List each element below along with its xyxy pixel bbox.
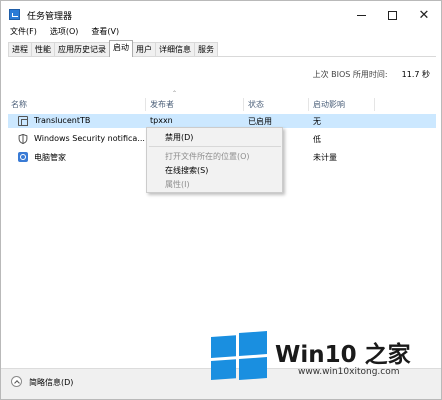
menu-bar: 文件(F) 选项(O) 查看(V) — [1, 25, 441, 39]
windows-logo-pane — [211, 335, 236, 358]
menu-item-properties[interactable]: 属性(I) — [165, 179, 190, 190]
menu-options[interactable]: 选项(O) — [41, 25, 83, 39]
task-manager-icon — [9, 9, 20, 20]
tab-details[interactable]: 详细信息 — [155, 42, 195, 57]
menu-item-open-file-location[interactable]: 打开文件所在的位置(O) — [165, 151, 250, 162]
column-header: 名称 发布者 状态 启动影响 — [8, 98, 436, 111]
column-separator[interactable] — [145, 98, 146, 111]
tab-app-history[interactable]: 应用历史记录 — [54, 42, 110, 57]
close-icon: ✕ — [418, 7, 430, 23]
row-impact: 低 — [313, 135, 321, 144]
row-publisher: tpxxn — [150, 116, 173, 125]
tab-processes[interactable]: 进程 — [8, 42, 32, 57]
menu-item-search-online[interactable]: 在线搜索(S) — [165, 165, 208, 176]
chevron-up-icon[interactable] — [11, 376, 22, 387]
watermark-url: www.win10xitong.com — [298, 367, 400, 377]
row-impact: 未计量 — [313, 153, 337, 162]
bios-time-label: 上次 BIOS 所用时间: — [312, 70, 388, 79]
watermark-title: Win10 之家 — [275, 335, 411, 369]
tab-divider — [8, 56, 436, 57]
windows-logo-icon — [211, 329, 267, 383]
menu-item-disable[interactable]: 禁用(D) — [165, 132, 193, 143]
row-status: 已启用 — [248, 117, 272, 126]
translucenttb-icon — [18, 116, 28, 126]
watermark-logo: Win10 之家 www.win10xitong.com — [211, 331, 441, 381]
watermark-title-cn: 之家 — [364, 342, 411, 368]
watermark-title-main: Win10 — [275, 342, 357, 368]
windows-logo-pane — [239, 331, 267, 356]
window-title: 任务管理器 — [27, 12, 73, 22]
bios-time-value: 11.7 秒 — [401, 70, 430, 79]
tab-performance[interactable]: 性能 — [31, 42, 55, 57]
column-separator[interactable] — [308, 98, 309, 111]
tab-startup[interactable]: 启动 — [109, 40, 133, 57]
menu-view[interactable]: 查看(V) — [82, 25, 123, 39]
table-row[interactable]: TranslucentTB tpxxn 已启用 无 — [8, 114, 436, 128]
row-impact: 无 — [313, 117, 321, 126]
column-publisher[interactable]: 发布者 — [150, 99, 174, 111]
windows-logo-pane — [239, 357, 267, 380]
sort-up-icon: ⌃ — [172, 90, 178, 97]
context-menu: 禁用(D) 打开文件所在的位置(O) 在线搜索(S) 属性(I) — [146, 127, 283, 193]
maximize-icon — [387, 10, 397, 20]
task-manager-window: 任务管理器 ✕ 文件(F) 选项(O) 查看(V) 进程 性能 应用历史记录 启… — [0, 0, 442, 400]
minimize-icon — [356, 14, 366, 16]
tab-services[interactable]: 服务 — [194, 42, 218, 57]
column-name[interactable]: 名称 — [11, 99, 27, 111]
windows-logo-pane — [211, 359, 236, 380]
fewer-details-link[interactable]: 简略信息(D) — [29, 377, 73, 388]
tab-users[interactable]: 用户 — [132, 42, 156, 57]
pc-manager-icon — [18, 152, 28, 162]
column-impact[interactable]: 启动影响 — [313, 99, 345, 111]
menu-file[interactable]: 文件(F) — [1, 25, 41, 39]
row-name: 电脑管家 — [34, 153, 66, 162]
shield-icon — [18, 134, 28, 144]
row-name: Windows Security notifica... — [34, 134, 145, 143]
column-separator[interactable] — [374, 98, 375, 111]
menu-separator — [149, 146, 281, 147]
row-name: TranslucentTB — [34, 116, 91, 125]
column-separator[interactable] — [243, 98, 244, 111]
bios-time: 上次 BIOS 所用时间: 11.7 秒 — [313, 69, 430, 80]
column-status[interactable]: 状态 — [248, 99, 264, 111]
